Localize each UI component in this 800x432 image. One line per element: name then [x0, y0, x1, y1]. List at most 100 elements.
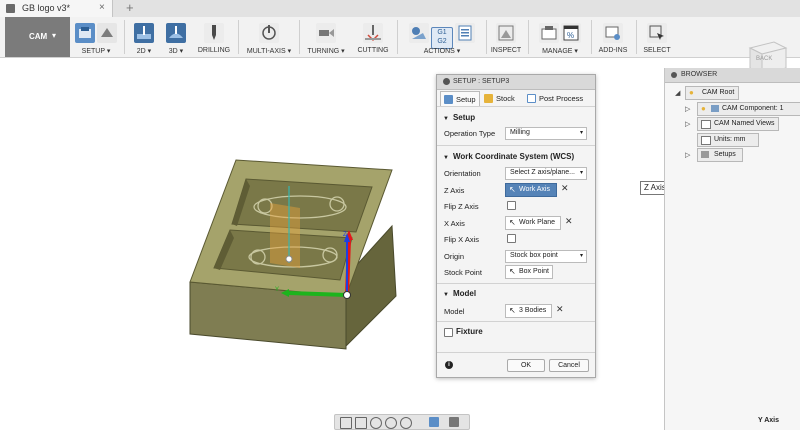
wcs-section-header[interactable]: ▼ Work Coordinate System (WCS)	[443, 152, 574, 161]
orbit-icon[interactable]	[340, 417, 352, 429]
origin-select[interactable]: Stock box point ▾	[505, 250, 587, 263]
collapse-arrow-icon[interactable]: ◢	[675, 89, 680, 97]
clear-x-axis-icon[interactable]: ✕	[565, 216, 573, 227]
inspect-group[interactable]: INSPECT	[486, 17, 526, 57]
setup-dialog: SETUP : SETUP3 Setup Stock Post Process …	[436, 74, 596, 378]
document-title: GB logo v3*	[22, 3, 71, 13]
browser-title: BROWSER	[681, 71, 718, 78]
tree-item-setups[interactable]: Setups	[697, 148, 743, 162]
browser-icon	[671, 72, 677, 78]
wcs-section-label: Work Coordinate System (WCS)	[452, 152, 575, 161]
display-settings-icon[interactable]	[429, 417, 439, 427]
cancel-button[interactable]: Cancel	[549, 359, 589, 372]
tree-item-cam-root[interactable]: ● CAM Root	[685, 86, 739, 100]
workspace-switcher[interactable]: CAM ▾	[5, 17, 70, 57]
flip-x-axis-checkbox[interactable]	[507, 234, 516, 243]
actions-label: ACTIONS ▾	[423, 48, 461, 55]
inspect-label: INSPECT	[490, 47, 522, 54]
tree-item-units[interactable]: Units: mm	[697, 133, 759, 147]
select-group[interactable]: SELECT	[638, 17, 676, 57]
expand-arrow-icon[interactable]: ▷	[685, 105, 690, 113]
zoom-window-icon[interactable]	[400, 417, 412, 429]
setup-group[interactable]: SETUP ▾	[74, 17, 118, 57]
look-at-icon[interactable]	[355, 417, 367, 429]
multi-axis-icon[interactable]	[259, 23, 279, 43]
dialog-header[interactable]: SETUP : SETUP3	[437, 75, 595, 90]
expand-arrow-icon[interactable]: ▷	[685, 120, 690, 128]
x-axis-label: X Axis	[444, 219, 465, 228]
setup-icon[interactable]	[75, 23, 95, 43]
pan-icon[interactable]	[370, 417, 382, 429]
ok-button[interactable]: OK	[507, 359, 545, 372]
stock-point-value: Box Point	[519, 268, 549, 275]
stock-icon[interactable]	[97, 23, 117, 43]
stock-point-label: Stock Point	[444, 268, 482, 277]
select-icon[interactable]	[647, 23, 667, 43]
add-ins-icon[interactable]	[603, 23, 623, 43]
svg-text:%: %	[567, 31, 574, 40]
manage-group[interactable]: % MANAGE ▾	[531, 17, 589, 57]
simulate-icon[interactable]	[409, 23, 429, 43]
stock-point-picker[interactable]: ↖ Box Point	[505, 265, 553, 279]
3d-milling-icon[interactable]	[166, 23, 186, 43]
flip-z-axis-checkbox[interactable]	[507, 201, 516, 210]
drilling-group[interactable]: DRILLING	[194, 17, 234, 57]
model-picker[interactable]: ↖ 3 Bodies	[505, 304, 552, 318]
orientation-select[interactable]: Select Z axis/plane... ▾	[505, 167, 587, 180]
divider	[437, 145, 595, 146]
3d-label: 3D ▾	[168, 48, 184, 55]
tab-stock-label: Stock	[496, 94, 515, 103]
turning-icon[interactable]	[316, 23, 336, 43]
cutting-group[interactable]: CUTTING	[352, 17, 394, 57]
select-label: SELECT	[643, 47, 671, 54]
tree-item-cam-component[interactable]: ● CAM Component: 1	[697, 102, 800, 116]
setups-icon	[701, 151, 709, 158]
setup-sheet-icon[interactable]	[455, 23, 475, 43]
x-axis-picker[interactable]: ↖ Work Plane	[505, 216, 561, 230]
fixture-checkbox[interactable]	[444, 328, 453, 337]
multi-axis-group[interactable]: MULTI-AXIS ▾	[243, 17, 295, 57]
tab-post-process[interactable]: Post Process	[524, 91, 594, 106]
expand-arrow-icon[interactable]: ▷	[685, 151, 690, 159]
axis-label: Y Axis	[758, 417, 780, 424]
3d-group[interactable]: 3D ▾	[160, 17, 192, 57]
setup-section-header[interactable]: ▼ Setup	[443, 113, 475, 122]
fixture-label: Fixture	[456, 327, 483, 336]
browser-header[interactable]: BROWSER	[665, 68, 800, 83]
2d-group[interactable]: 2D ▾	[128, 17, 160, 57]
operation-type-select[interactable]: Milling ▾	[505, 127, 587, 140]
turning-group[interactable]: TURNING ▾	[303, 17, 349, 57]
tree-item-named-views[interactable]: CAM Named Views	[697, 117, 779, 131]
clear-z-axis-icon[interactable]: ✕	[561, 183, 569, 194]
stock-tab-icon	[484, 94, 493, 103]
tab-setup[interactable]: Setup	[440, 91, 480, 107]
cursor-icon: ↖	[509, 185, 516, 194]
post-process-icon[interactable]: G1 G2	[431, 27, 453, 49]
named-views-label: CAM Named Views	[714, 120, 775, 127]
add-ins-group[interactable]: ADD-INS	[592, 17, 634, 57]
tool-library-icon[interactable]	[539, 23, 559, 43]
z-axis-picker[interactable]: ↖ Work Axis	[505, 183, 557, 197]
document-tab[interactable]: GB logo v3* ×	[0, 0, 113, 17]
collapse-icon: ▼	[443, 155, 449, 161]
tab-stock[interactable]: Stock	[481, 91, 521, 106]
2d-milling-icon[interactable]	[134, 23, 154, 43]
divider	[299, 20, 300, 54]
drill-icon[interactable]	[204, 23, 224, 43]
actions-group[interactable]: G1 G2 ACTIONS ▾	[400, 17, 484, 57]
model-section-header[interactable]: ▼ Model	[443, 289, 476, 298]
grid-settings-icon[interactable]	[449, 417, 459, 427]
document-icon	[6, 4, 15, 13]
new-tab-button[interactable]: +	[126, 0, 134, 15]
info-icon[interactable]: i	[445, 361, 453, 369]
cutting-icon[interactable]	[363, 23, 383, 43]
chevron-down-icon: ▾	[579, 170, 583, 176]
close-tab-icon[interactable]: ×	[99, 2, 105, 13]
template-library-icon[interactable]: %	[561, 23, 581, 43]
divider	[397, 20, 398, 54]
clear-model-icon[interactable]: ✕	[556, 304, 564, 315]
setup-tab-icon	[444, 95, 453, 104]
zoom-icon[interactable]	[385, 417, 397, 429]
flip-x-axis-label: Flip X Axis	[444, 235, 480, 244]
inspect-icon[interactable]	[496, 23, 516, 43]
